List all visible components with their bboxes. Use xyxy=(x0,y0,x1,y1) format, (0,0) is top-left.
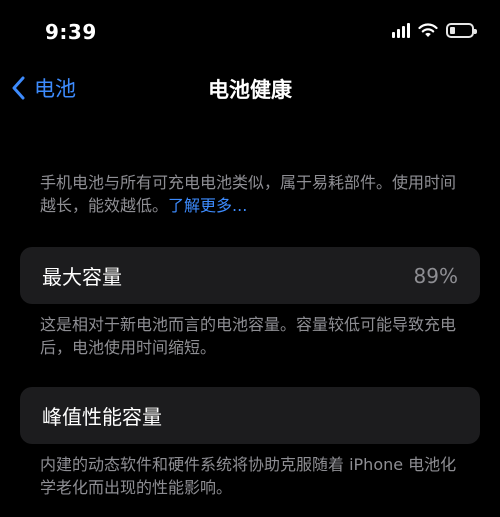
wifi-icon xyxy=(418,22,438,37)
battery-icon xyxy=(446,22,477,38)
page-title: 电池健康 xyxy=(208,78,292,102)
intro-text: 手机电池与所有可充电电池类似，属于易耗部件。使用时间越长，能效越低。了解更多..… xyxy=(40,171,460,217)
max-capacity-row: 最大容量 89% xyxy=(20,247,480,304)
max-capacity-label: 最大容量 xyxy=(42,265,122,289)
max-capacity-value: 89% xyxy=(413,263,458,288)
peak-performance-label: 峰值性能容量 xyxy=(42,405,162,429)
max-capacity-footnote: 这是相对于新电池而言的电池容量。容量较低可能导致充电后，电池使用时间缩短。 xyxy=(40,315,457,357)
status-time: 9:39 xyxy=(45,20,97,44)
peak-performance-row: 峰值性能容量 xyxy=(20,387,480,444)
intro-description: 手机电池与所有可充电电池类似，属于易耗部件。使用时间越长，能效越低。 xyxy=(40,173,457,215)
peak-performance-footnote: 内建的动态软件和硬件系统将协助克服随着 iPhone 电池化学老化而出现的性能影… xyxy=(40,455,457,497)
learn-more-link[interactable]: 了解更多... xyxy=(168,196,247,215)
status-icons xyxy=(392,22,477,38)
cellular-signal-icon xyxy=(392,22,410,38)
